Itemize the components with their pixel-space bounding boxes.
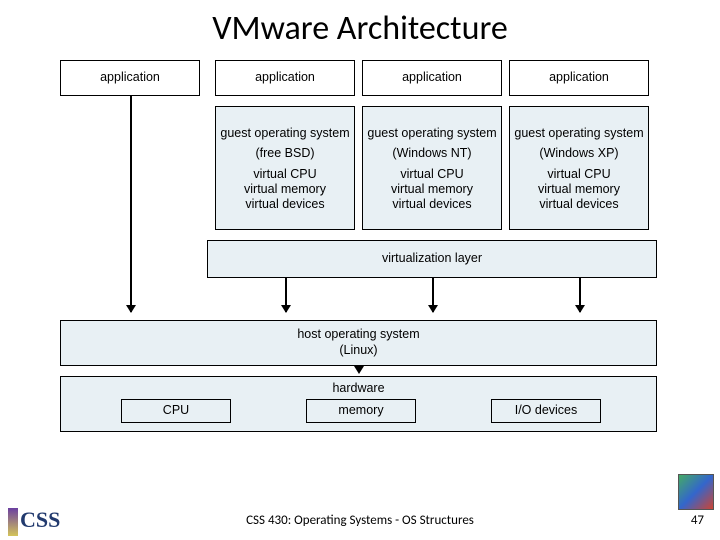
guest-os-2-vcpu: virtual CPU — [547, 167, 610, 182]
guest-os-1-vcpu: virtual CPU — [400, 167, 463, 182]
app-box-3: application — [509, 60, 649, 96]
guest-os-1-example: (Windows NT) — [392, 146, 471, 162]
host-os-name: host operating system — [297, 327, 419, 343]
arrow-vm3-to-host — [579, 278, 581, 312]
virtualization-layer: virtualization layer — [207, 240, 657, 278]
guest-os-1-vmem: virtual memory — [391, 182, 473, 197]
guest-os-2-name: guest operating system — [514, 126, 643, 142]
guest-os-1-name: guest operating system — [367, 126, 496, 142]
guest-os-2-vmem: virtual memory — [538, 182, 620, 197]
hw-cpu: CPU — [121, 399, 231, 423]
css-logo-text: CSS — [20, 507, 60, 532]
app-box-2: application — [362, 60, 502, 96]
hw-memory: memory — [306, 399, 416, 423]
guest-os-2: guest operating system (Windows XP) virt… — [509, 106, 649, 230]
guest-os-1: guest operating system (Windows NT) virt… — [362, 106, 502, 230]
book-thumbnail-icon — [678, 474, 714, 510]
guest-os-1-vdev: virtual devices — [392, 197, 471, 212]
hardware-layer: hardware CPU memory I/O devices — [60, 376, 657, 432]
host-os-example: (Linux) — [339, 343, 377, 359]
guest-os-2-vdev: virtual devices — [539, 197, 618, 212]
hw-io: I/O devices — [491, 399, 601, 423]
arrow-vm2-to-host — [432, 278, 434, 312]
app-box-1: application — [215, 60, 355, 96]
arrow-host-to-hw — [358, 366, 360, 372]
slide-title: VMware Architecture — [0, 0, 720, 51]
guest-os-0-name: guest operating system — [220, 126, 349, 142]
guest-os-0-example: (free BSD) — [255, 146, 314, 162]
guest-os-0-vdev: virtual devices — [245, 197, 324, 212]
guest-os-0-vcpu: virtual CPU — [253, 167, 316, 182]
app-box-0: application — [60, 60, 200, 96]
arrow-vm1-to-host — [285, 278, 287, 312]
host-os: host operating system (Linux) — [60, 320, 657, 366]
css-logo: CSS — [8, 507, 60, 536]
footer-caption: CSS 430: Operating Systems - OS Structur… — [0, 513, 720, 528]
guest-os-0: guest operating system (free BSD) virtua… — [215, 106, 355, 230]
hardware-label: hardware — [61, 381, 656, 397]
guest-os-0-vmem: virtual memory — [244, 182, 326, 197]
arrow-app0-to-host — [130, 96, 132, 312]
page-number: 47 — [691, 513, 704, 528]
guest-os-2-example: (Windows XP) — [539, 146, 618, 162]
